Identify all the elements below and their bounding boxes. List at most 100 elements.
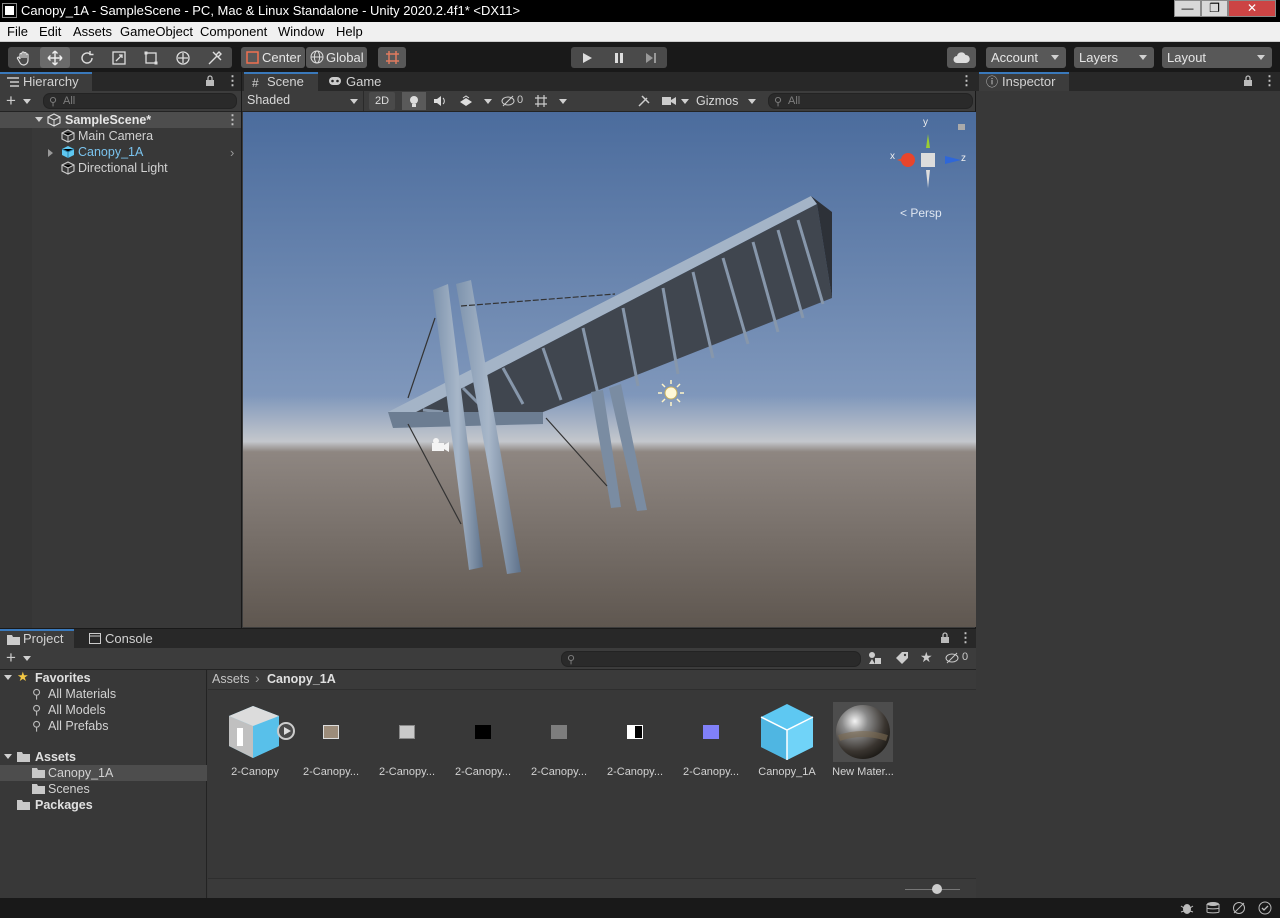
pivot-center-toggle[interactable]: Center — [241, 47, 305, 68]
menu-assets[interactable]: Assets — [73, 24, 112, 39]
asset-item[interactable]: New Mater... — [827, 700, 899, 780]
more-icon[interactable]: ⋮ — [959, 630, 972, 646]
restore-button[interactable]: ❐ — [1201, 0, 1228, 17]
asset-item[interactable]: 2-Canopy — [219, 700, 295, 780]
asset-item[interactable]: 2-Canopy... — [599, 700, 671, 780]
tree-item-all-models[interactable]: ⚲ All Models — [0, 702, 207, 718]
lighting-status-icon[interactable] — [1232, 901, 1246, 915]
project-search-input[interactable]: ⚲ — [561, 651, 861, 667]
camera-icon[interactable] — [660, 92, 678, 110]
custom-tool-icon[interactable] — [200, 47, 230, 68]
lock-icon[interactable] — [1243, 75, 1253, 86]
chevron-down-icon[interactable] — [23, 99, 31, 104]
lighting-toggle-icon[interactable] — [402, 92, 426, 110]
pause-icon[interactable] — [603, 47, 635, 68]
scene-search-input[interactable]: ⚲ All — [768, 93, 973, 109]
chevron-down-icon[interactable] — [23, 656, 31, 661]
label-tag-icon[interactable] — [895, 651, 909, 665]
tab-console[interactable]: Console — [84, 629, 160, 648]
toggle-2d-button[interactable]: 2D — [369, 92, 395, 110]
scale-tool-icon[interactable] — [104, 47, 134, 68]
chevron-down-icon[interactable] — [559, 99, 567, 104]
snap-button[interactable] — [378, 47, 406, 68]
menu-edit[interactable]: Edit — [39, 24, 61, 39]
slider-handle[interactable] — [932, 884, 942, 894]
move-tool-icon[interactable] — [40, 47, 70, 68]
menu-file[interactable]: File — [7, 24, 28, 39]
chevron-down-icon[interactable] — [484, 99, 492, 104]
asset-item[interactable]: Canopy_1A — [751, 700, 823, 780]
tree-packages[interactable]: Packages — [0, 797, 207, 813]
minimize-button[interactable]: — — [1174, 0, 1201, 17]
breadcrumb-canopy[interactable]: Canopy_1A — [267, 672, 336, 686]
tree-assets[interactable]: Assets — [0, 749, 207, 765]
expand-arrow-icon[interactable] — [35, 117, 43, 122]
bug-icon[interactable] — [1180, 901, 1194, 915]
filter-type-icon[interactable] — [868, 651, 882, 665]
cloud-button[interactable] — [947, 47, 976, 68]
checkmark-icon[interactable] — [1258, 901, 1272, 915]
tools-icon[interactable] — [634, 92, 654, 110]
layout-dropdown[interactable]: Layout — [1162, 47, 1272, 68]
rotate-tool-icon[interactable] — [72, 47, 102, 68]
menu-component[interactable]: Component — [200, 24, 267, 39]
grid-toggle-icon[interactable] — [531, 92, 551, 110]
play-icon[interactable] — [277, 722, 295, 740]
hierarchy-search-input[interactable]: ⚲ All — [43, 93, 237, 109]
tree-folder-scenes[interactable]: Scenes — [0, 781, 207, 797]
tree-item-all-prefabs[interactable]: ⚲ All Prefabs — [0, 718, 207, 734]
tab-hierarchy[interactable]: Hierarchy — [0, 72, 92, 91]
gizmos-dropdown[interactable]: Gizmos — [692, 92, 760, 110]
create-asset-button[interactable]: + — [6, 648, 16, 668]
more-icon[interactable]: ⋮ — [960, 73, 973, 89]
draw-mode-dropdown[interactable]: Shaded — [242, 91, 364, 111]
asset-item[interactable]: 2-Canopy... — [675, 700, 747, 780]
scene-viewport[interactable]: y x z < Persp — [243, 112, 976, 627]
hierarchy-item-directional-light[interactable]: Directional Light — [0, 160, 241, 176]
rect-tool-icon[interactable] — [136, 47, 166, 68]
tab-project[interactable]: Project — [0, 629, 74, 648]
lock-icon[interactable] — [205, 75, 215, 86]
database-icon[interactable] — [1206, 901, 1220, 915]
effects-toggle-icon[interactable] — [454, 92, 478, 110]
hierarchy-item-main-camera[interactable]: Main Camera — [0, 128, 241, 144]
expand-arrow-icon[interactable] — [48, 149, 53, 157]
tab-game[interactable]: Game — [322, 72, 382, 91]
hand-tool-icon[interactable] — [10, 47, 38, 68]
audio-toggle-icon[interactable] — [428, 92, 452, 110]
hidden-objects-toggle[interactable]: 0 — [499, 92, 527, 110]
chevron-right-icon[interactable]: › — [230, 145, 234, 160]
lock-icon[interactable] — [940, 632, 950, 643]
expand-arrow-icon[interactable] — [4, 754, 12, 759]
menu-window[interactable]: Window — [278, 24, 324, 39]
play-icon[interactable] — [571, 47, 603, 68]
projection-toggle[interactable]: < Persp — [900, 206, 942, 220]
step-icon[interactable] — [635, 47, 667, 68]
close-button[interactable]: ✕ — [1228, 0, 1276, 17]
transform-tool-icon[interactable] — [168, 47, 198, 68]
tab-inspector[interactable]: ⓘ Inspector — [979, 72, 1069, 91]
scene-row[interactable]: SampleScene* ⋮ — [0, 112, 241, 128]
breadcrumb-assets[interactable]: Assets — [212, 672, 250, 686]
star-icon[interactable]: ★ — [920, 649, 933, 666]
asset-item[interactable]: 2-Canopy... — [295, 700, 367, 780]
eye-slash-icon[interactable] — [945, 652, 959, 664]
account-dropdown[interactable]: Account — [986, 47, 1066, 68]
asset-item[interactable]: 2-Canopy... — [523, 700, 595, 780]
asset-item[interactable]: 2-Canopy... — [447, 700, 519, 780]
asset-item[interactable]: 2-Canopy... — [371, 700, 443, 780]
add-object-button[interactable]: + — [6, 91, 16, 111]
chevron-down-icon[interactable] — [681, 99, 689, 104]
more-icon[interactable]: ⋮ — [1263, 73, 1276, 89]
more-icon[interactable]: ⋮ — [226, 73, 239, 89]
hierarchy-item-canopy[interactable]: Canopy_1A › — [0, 144, 241, 160]
scene-orientation-gizmo[interactable]: y x z < Persp — [883, 117, 973, 230]
tree-item-all-materials[interactable]: ⚲ All Materials — [0, 686, 207, 702]
expand-arrow-icon[interactable] — [4, 675, 12, 680]
tree-folder-canopy[interactable]: Canopy_1A — [0, 765, 207, 781]
tab-scene[interactable]: # Scene — [244, 72, 318, 91]
tree-favorites[interactable]: ★ Favorites — [0, 669, 207, 686]
layers-dropdown[interactable]: Layers — [1074, 47, 1154, 68]
pivot-global-toggle[interactable]: Global — [306, 47, 367, 68]
scene-more-icon[interactable]: ⋮ — [226, 112, 239, 128]
